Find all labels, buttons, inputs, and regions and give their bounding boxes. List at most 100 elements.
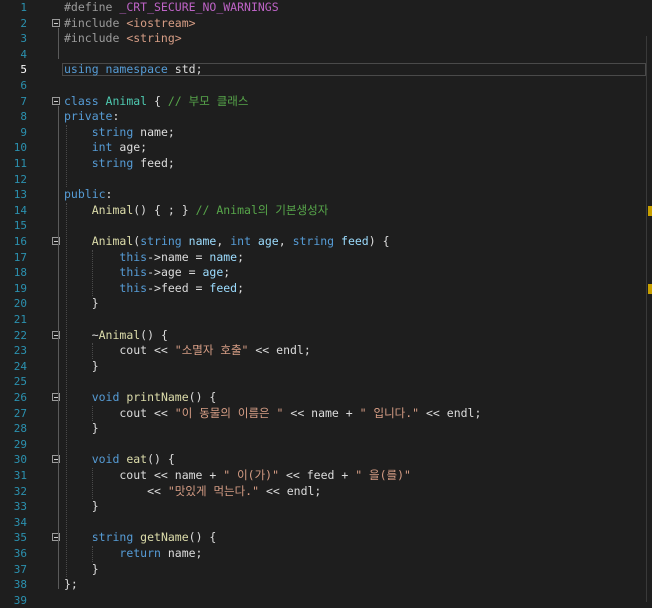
code-text[interactable]: ~Animal() { [64, 328, 168, 344]
code-line[interactable]: 16 Animal(string name, int age, string f… [0, 234, 652, 250]
code-line[interactable]: 19 this->feed = feed; [0, 281, 652, 297]
code-text[interactable]: } [64, 562, 99, 578]
code-text[interactable]: this->age = age; [64, 265, 230, 281]
code-token: " 을(를)" [355, 468, 411, 482]
line-number: 27 [13, 406, 27, 420]
code-token: string [91, 530, 141, 545]
code-line[interactable]: 12 [0, 172, 652, 188]
code-text[interactable]: int age; [64, 140, 147, 156]
indent-guide [92, 249, 93, 297]
code-token: #define [64, 0, 120, 14]
code-token: cout << [64, 343, 175, 358]
code-line[interactable]: 2 #include <iostream> [0, 16, 652, 32]
code-line[interactable]: 29 [0, 437, 652, 453]
code-line[interactable]: 32 << "맛있게 먹는다." << endl; [0, 484, 652, 500]
code-token: int [91, 140, 120, 155]
code-token: string [292, 234, 342, 248]
code-text[interactable]: cout << "이 동물의 이름은 " << name + " 입니다." <… [64, 406, 481, 422]
code-token: << [64, 483, 168, 498]
code-line[interactable]: 10 int age; [0, 140, 652, 156]
code-text[interactable]: void printName() { [64, 390, 217, 406]
code-token: age; [119, 140, 148, 155]
code-editor[interactable]: 1 #define _CRT_SECURE_NO_WARNINGS 2 #includ… [0, 0, 652, 607]
code-text[interactable]: } [64, 359, 99, 375]
code-line[interactable]: 35 string getName() { [0, 530, 652, 546]
code-line[interactable]: 28 } [0, 421, 652, 437]
code-line[interactable]: 22 ~Animal() { [0, 328, 652, 344]
code-line[interactable]: 18 this->age = age; [0, 265, 652, 281]
line-number: 7 [20, 94, 27, 108]
code-line[interactable]: 31 cout << name + " 이(가)" << feed + " 을(… [0, 468, 652, 484]
code-line[interactable]: 33 } [0, 499, 652, 515]
code-token: string [91, 156, 141, 170]
code-line[interactable]: 25 [0, 374, 652, 390]
code-line[interactable]: 38}; [0, 577, 652, 593]
code-token: } [64, 499, 99, 514]
line-number: 1 [20, 1, 27, 14]
code-line[interactable]: 39 [0, 593, 652, 608]
code-text[interactable]: this->name = name; [64, 250, 244, 266]
code-token: this [119, 249, 148, 264]
code-text[interactable]: return name; [64, 546, 202, 562]
code-token: string [140, 234, 189, 248]
code-text[interactable]: private: [64, 109, 119, 125]
code-token: std; [174, 62, 203, 77]
code-line[interactable]: 4 [0, 47, 652, 63]
line-number: 2 [20, 16, 27, 30]
code-line[interactable]: 15 [0, 218, 652, 234]
code-line[interactable]: 34 [0, 515, 652, 531]
code-line[interactable]: 8 private: [0, 109, 652, 125]
code-text[interactable]: } [64, 296, 99, 312]
code-text[interactable]: } [64, 499, 99, 515]
code-line[interactable]: 20 } [0, 296, 652, 312]
code-line[interactable]: 24 } [0, 359, 652, 375]
code-text[interactable]: << "맛있게 먹는다." << endl; [64, 484, 321, 500]
code-text[interactable]: public: [64, 187, 112, 203]
line-number: 3 [20, 32, 27, 46]
code-text[interactable]: #include <iostream> [64, 16, 196, 32]
code-token: printName [126, 390, 189, 404]
code-token: feed [209, 280, 238, 295]
code-line[interactable]: 13 public: [0, 187, 652, 203]
line-number: 8 [20, 110, 27, 124]
code-line[interactable]: 17 this->name = name; [0, 250, 652, 266]
code-text[interactable]: string getName() { [64, 530, 217, 546]
code-line[interactable]: 21 [0, 312, 652, 328]
line-number: 33 [13, 500, 27, 514]
code-text[interactable]: string name; [64, 125, 175, 141]
code-text[interactable]: using namespace std; [64, 62, 203, 78]
code-text[interactable]: #include <string> [64, 31, 182, 47]
code-line[interactable]: 30 void eat() { [0, 452, 652, 468]
code-line[interactable]: 23 cout << "소멸자 호출" << endl; [0, 343, 652, 359]
code-line[interactable]: 7 class Animal { // 부모 클래스 [0, 94, 652, 110]
code-text[interactable]: cout << name + " 이(가)" << feed + " 을(를)" [64, 468, 411, 484]
code-text[interactable]: string feed; [64, 156, 175, 172]
code-token: name [188, 234, 217, 248]
code-line[interactable]: 6 [0, 78, 652, 94]
code-text[interactable]: } [64, 421, 99, 437]
code-line[interactable]: 11 string feed; [0, 156, 652, 172]
code-line[interactable]: 37 } [0, 562, 652, 578]
code-token: // Animal의 기본생성자 [195, 202, 329, 217]
code-token: () { [140, 327, 168, 342]
code-text[interactable]: this->feed = feed; [64, 281, 244, 297]
code-text[interactable]: }; [64, 577, 78, 593]
collapse-icon[interactable] [52, 18, 60, 27]
code-line[interactable]: 14 Animal() { ; } // Animal의 기본생성자 [0, 203, 652, 219]
code-line[interactable]: 1 #define _CRT_SECURE_NO_WARNINGS [0, 0, 652, 16]
line-number: 9 [20, 125, 27, 139]
code-line[interactable]: 9 string name; [0, 125, 652, 141]
code-text[interactable]: void eat() { [64, 452, 175, 468]
code-line[interactable]: 3 #include <string> [0, 31, 652, 47]
code-line[interactable]: 36 return name; [0, 546, 652, 562]
code-text[interactable]: class Animal { // 부모 클래스 [64, 94, 248, 110]
collapse-icon[interactable] [52, 96, 60, 105]
code-text[interactable]: Animal() { ; } // Animal의 기본생성자 [64, 202, 329, 219]
line-number: 16 [13, 235, 27, 248]
code-line[interactable]: 26 void printName() { [0, 390, 652, 406]
code-text[interactable]: cout << "소멸자 호출" << endl; [64, 343, 310, 359]
code-text[interactable]: #define _CRT_SECURE_NO_WARNINGS [64, 0, 279, 16]
code-line[interactable]: 5 using namespace std; [0, 62, 652, 78]
code-line[interactable]: 27 cout << "이 동물의 이름은 " << name + " 입니다.… [0, 406, 652, 422]
code-text[interactable]: Animal(string name, int age, string feed… [64, 234, 390, 250]
